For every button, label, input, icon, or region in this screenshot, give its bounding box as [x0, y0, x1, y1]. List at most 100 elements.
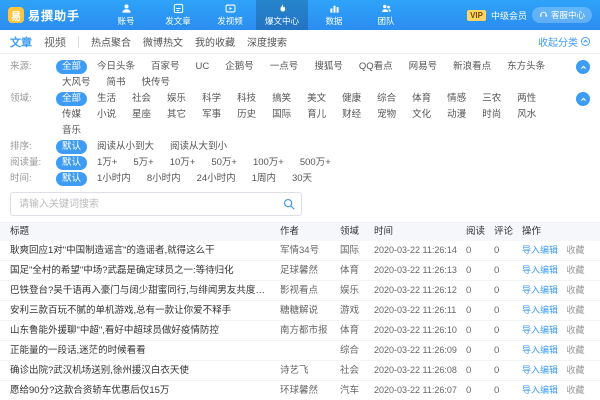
favorite-button[interactable]: 收藏: [567, 345, 585, 355]
domain-chip[interactable]: 音乐: [56, 124, 87, 138]
source-chip[interactable]: 网易号: [403, 60, 444, 74]
time-chip[interactable]: 24小时内: [191, 172, 242, 186]
domain-chip[interactable]: 风水: [511, 108, 542, 122]
source-chip[interactable]: 东方头条: [501, 60, 551, 74]
favorite-button[interactable]: 收藏: [567, 285, 585, 295]
domain-chip[interactable]: 文化: [406, 108, 437, 122]
favorite-button[interactable]: 收藏: [567, 245, 585, 255]
sort-chip[interactable]: 默认: [56, 140, 87, 154]
source-chip[interactable]: 快传号: [136, 76, 177, 90]
source-chip[interactable]: 搜狐号: [308, 60, 349, 74]
domain-chip[interactable]: 历史: [231, 108, 262, 122]
favorite-button[interactable]: 收藏: [567, 325, 585, 335]
subnav-link[interactable]: 热点聚合: [91, 34, 131, 49]
import-edit-button[interactable]: 导入编辑: [522, 245, 558, 255]
domain-chip[interactable]: 搞笑: [266, 92, 297, 106]
domain-chip[interactable]: 育儿: [301, 108, 332, 122]
import-edit-button[interactable]: 导入编辑: [522, 265, 558, 275]
time-chip[interactable]: 1周内: [246, 172, 282, 186]
article-title[interactable]: 耿爽回应1对"中国制造谣言"的造谣者,就得这么干: [10, 241, 280, 260]
favorite-button[interactable]: 收藏: [567, 305, 585, 315]
subnav-link[interactable]: 深度搜索: [247, 34, 287, 49]
support-button[interactable]: 客服中心: [532, 7, 592, 23]
domain-chip[interactable]: 全部: [56, 92, 87, 106]
domain-chip[interactable]: 体育: [406, 92, 437, 106]
reads-chip[interactable]: 500万+: [294, 156, 337, 170]
sort-chip[interactable]: 阅读从小到大: [91, 140, 160, 154]
domain-chip[interactable]: 传媒: [56, 108, 87, 122]
subnav-link[interactable]: 我的收藏: [195, 34, 235, 49]
nav-team[interactable]: 团队: [360, 0, 412, 30]
domain-chip[interactable]: 其它: [161, 108, 192, 122]
domain-chip[interactable]: 宠物: [371, 108, 402, 122]
nav-publish-article[interactable]: 发文章: [152, 0, 204, 30]
article-title[interactable]: 巴铁登台?吴千语再入豪门与阔少甜蜜同行,与绯闻男友共度豪门生活: [10, 281, 280, 300]
sort-chip[interactable]: 阅读从大到小: [164, 140, 233, 154]
import-edit-button[interactable]: 导入编辑: [522, 385, 558, 395]
domain-chip[interactable]: 时尚: [476, 108, 507, 122]
source-chip[interactable]: 企鹅号: [219, 60, 260, 74]
source-chip[interactable]: 新浪看点: [447, 60, 497, 74]
search-icon[interactable]: [283, 197, 295, 215]
domain-chip[interactable]: 美文: [301, 92, 332, 106]
domain-chip[interactable]: 情感: [441, 92, 472, 106]
import-edit-button[interactable]: 导入编辑: [522, 325, 558, 335]
collapse-domain-button[interactable]: [576, 92, 590, 106]
reads-chip[interactable]: 100万+: [247, 156, 290, 170]
domain-chip[interactable]: 星座: [126, 108, 157, 122]
article-title[interactable]: 愿给90分?这款合资轿车优惠后仅15万: [10, 381, 280, 400]
time-chip[interactable]: 30天: [286, 172, 318, 186]
favorite-button[interactable]: 收藏: [567, 365, 585, 375]
search-input[interactable]: [10, 192, 302, 216]
time-chip[interactable]: 8小时内: [141, 172, 187, 186]
import-edit-button[interactable]: 导入编辑: [522, 305, 558, 315]
favorite-button[interactable]: 收藏: [567, 265, 585, 275]
domain-chip[interactable]: 国际: [266, 108, 297, 122]
article-title[interactable]: 国足"全村的希望"中场?武磊是确定球员之一:等待归化: [10, 261, 280, 280]
time-chip[interactable]: 1小时内: [91, 172, 137, 186]
nav-data[interactable]: 数据: [308, 0, 360, 30]
domain-chip[interactable]: 科技: [231, 92, 262, 106]
article-title[interactable]: 山东鲁能外援聊"中超",看好中超球员做好疫情防控: [10, 321, 280, 340]
article-title[interactable]: 正能量的一段话,迷茫的时候看看: [10, 341, 280, 360]
nav-hot-articles[interactable]: 爆文中心: [256, 0, 308, 30]
article-title[interactable]: 安利三款百玩不腻的单机游戏,总有一款让你爱不释手: [10, 301, 280, 320]
domain-chip[interactable]: 动漫: [441, 108, 472, 122]
import-edit-button[interactable]: 导入编辑: [522, 365, 558, 375]
reads-chip[interactable]: 50万+: [205, 156, 243, 170]
domain-chip[interactable]: 娱乐: [161, 92, 192, 106]
article-title[interactable]: 确诊出院?武汉机场送别,徐州援汉白衣天使: [10, 361, 280, 380]
reads-chip[interactable]: 5万+: [127, 156, 159, 170]
import-edit-button[interactable]: 导入编辑: [522, 285, 558, 295]
tab-articles[interactable]: 文章: [10, 34, 32, 50]
domain-chip[interactable]: 小说: [91, 108, 122, 122]
collapse-source-button[interactable]: [576, 60, 590, 74]
reads-chip[interactable]: 默认: [56, 156, 87, 170]
domain-chip[interactable]: 军事: [196, 108, 227, 122]
source-chip[interactable]: 一点号: [264, 60, 305, 74]
domain-chip[interactable]: 科学: [196, 92, 227, 106]
nav-account[interactable]: 账号: [100, 0, 152, 30]
favorite-button[interactable]: 收藏: [567, 385, 585, 395]
domain-chip[interactable]: 生活: [91, 92, 122, 106]
app-logo[interactable]: 易 易撰助手: [8, 7, 100, 24]
domain-chip[interactable]: 社会: [126, 92, 157, 106]
source-chip[interactable]: UC: [190, 60, 216, 74]
domain-chip[interactable]: 综合: [371, 92, 402, 106]
source-chip[interactable]: QQ看点: [353, 60, 399, 74]
nav-publish-video[interactable]: 发视频: [204, 0, 256, 30]
time-chip[interactable]: 默认: [56, 172, 87, 186]
domain-chip[interactable]: 两性: [511, 92, 542, 106]
collapse-categories-button[interactable]: 收起分类: [538, 34, 590, 49]
source-chip[interactable]: 大风号: [56, 76, 97, 90]
domain-chip[interactable]: 健康: [336, 92, 367, 106]
reads-chip[interactable]: 10万+: [164, 156, 202, 170]
source-chip[interactable]: 今日头条: [91, 60, 141, 74]
source-chip[interactable]: 简书: [101, 76, 132, 90]
import-edit-button[interactable]: 导入编辑: [522, 345, 558, 355]
subnav-link[interactable]: 微博热文: [143, 34, 183, 49]
tab-videos[interactable]: 视频: [44, 34, 66, 50]
reads-chip[interactable]: 1万+: [91, 156, 123, 170]
domain-chip[interactable]: 三农: [476, 92, 507, 106]
source-chip[interactable]: 百家号: [145, 60, 186, 74]
